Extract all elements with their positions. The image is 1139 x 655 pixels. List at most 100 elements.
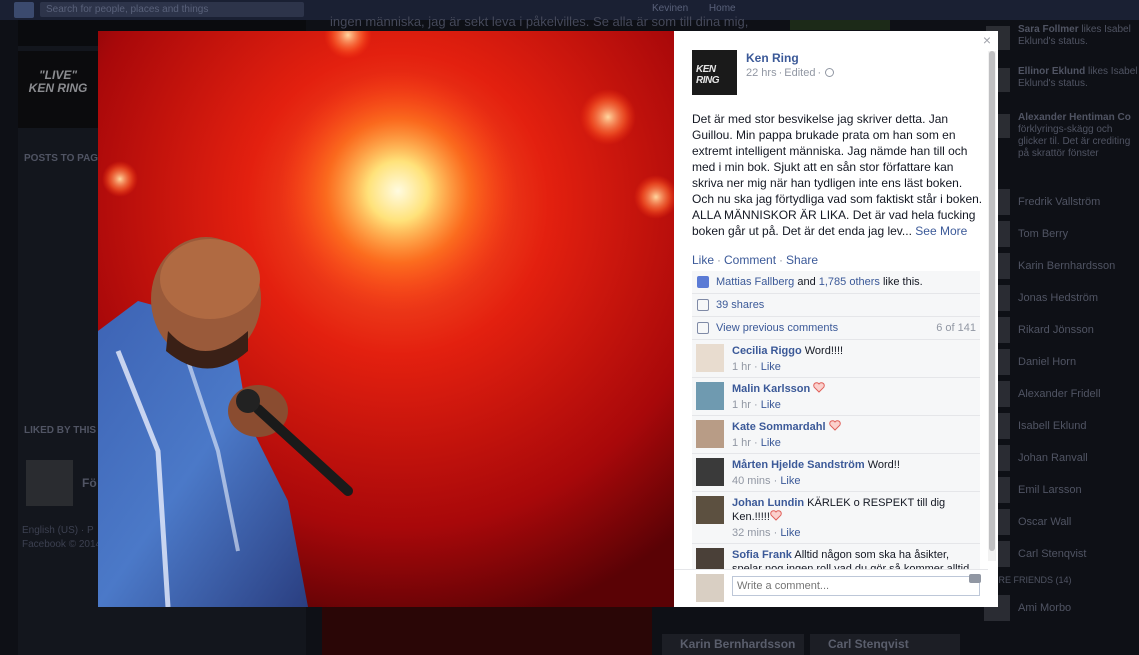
background-friend: Carl Stenqvist (982, 538, 1139, 570)
heart-icon (813, 382, 826, 393)
background-liked-thumb (26, 460, 73, 506)
background-home-link: Home (708, 3, 736, 14)
background-post-image (322, 606, 652, 655)
commenter-avatar[interactable] (696, 458, 724, 486)
comment: Johan Lundin KÄRLEK o RESPEKT till dig K… (692, 492, 980, 544)
heart-icon (770, 510, 782, 521)
likes-row: Mattias Fallberg and 1,785 others like t… (692, 271, 980, 294)
comment-icon (697, 322, 709, 334)
post-text: Det är med stor besvikelse jag skriver d… (692, 111, 984, 239)
comment-link[interactable]: Comment (724, 253, 776, 267)
comment-time[interactable]: 1 hr (732, 361, 751, 373)
background-footer-line: Facebook © 2014 (22, 539, 102, 550)
comment: Mårten Hjelde Sandström Word!! 40 mins ·… (692, 454, 980, 492)
like-link[interactable]: Like (692, 253, 714, 267)
background-chat-tab: Karin Bernhardsson (662, 634, 804, 655)
commenter-name[interactable]: Sofia Frank (732, 549, 792, 561)
comment-like-link[interactable]: Like (780, 475, 800, 487)
see-more-link[interactable]: See More (915, 224, 967, 238)
comment-like-link[interactable]: Like (761, 399, 781, 411)
post-actions: Like · Comment · Share (692, 253, 819, 267)
share-link[interactable]: Share (786, 253, 818, 267)
commenter-avatar[interactable] (696, 382, 724, 410)
background-friend-name: Tom Berry (1018, 228, 1069, 240)
thumbs-up-icon (697, 276, 709, 288)
comment-time[interactable]: 1 hr (732, 399, 751, 411)
close-icon[interactable]: × (981, 33, 993, 47)
background-ticker-item: Ellinor Eklund likes Isabel Eklund's sta… (982, 66, 1139, 104)
background-friend: Oscar Wall (982, 506, 1139, 538)
author-avatar[interactable]: KEN RING (692, 50, 737, 95)
camera-icon[interactable] (969, 574, 981, 583)
panel-scrollbar-thumb[interactable] (989, 51, 995, 551)
commenter-avatar[interactable] (696, 420, 724, 448)
background-friend-name: Jonas Hedström (1018, 292, 1099, 304)
background-friend-name: Carl Stenqvist (1018, 548, 1087, 560)
commenter-name[interactable]: Cecilia Riggo (732, 345, 802, 357)
background-posts-label: POSTS TO PAGE (24, 153, 105, 164)
comment: Cecilia Riggo Word!!!! 1 hr · Like (692, 340, 980, 378)
comment: Sofia Frank Alltid någon som ska ha åsik… (692, 544, 980, 570)
post-edited-label[interactable]: Edited (784, 67, 815, 79)
background-ticker-name: Sara Follmer (1018, 24, 1079, 35)
shares-link[interactable]: 39 shares (716, 299, 764, 311)
background-liked-name: Fö (82, 476, 97, 490)
comment: Malin Karlsson 1 hr · Like (692, 378, 980, 416)
background-friend: Daniel Horn (982, 346, 1139, 378)
background-friend-name: Rikard Jönsson (1018, 324, 1094, 336)
comment-time[interactable]: 40 mins (732, 475, 771, 487)
comment-time[interactable]: 1 hr (732, 437, 751, 449)
likes-others-link[interactable]: 1,785 others (819, 276, 880, 288)
post-timestamp[interactable]: 22 hrs (746, 67, 777, 79)
likes-and: and (797, 276, 816, 288)
commenter-name[interactable]: Johan Lundin (732, 497, 804, 509)
post-photo[interactable] (98, 31, 674, 607)
shares-row: 39 shares (692, 294, 980, 317)
background-friend: Karin Bernhardsson (982, 250, 1139, 282)
comment-composer (674, 569, 988, 607)
background-ticker-item: Alexander Hentiman Co förklyrings-skägg … (982, 112, 1139, 182)
comment-time[interactable]: 32 mins (732, 527, 771, 539)
commenter-avatar[interactable] (696, 344, 724, 372)
commenter-name[interactable]: Mårten Hjelde Sandström (732, 459, 865, 471)
background-green-strip (790, 20, 890, 30)
photo-viewer: × KEN RING Ken Ring 22 hrs · Edited · Det ä… (98, 31, 998, 607)
commenter-avatar[interactable] (696, 548, 724, 569)
comments-count: 6 of 141 (936, 322, 976, 334)
background-friend: Jonas Hedström (982, 282, 1139, 314)
background-ticker-item: Sara Follmer likes Isabel Eklund's statu… (982, 24, 1139, 62)
commenter-name[interactable]: Kate Sommardahl (732, 421, 826, 433)
background-footer-line: English (US) · P (22, 525, 94, 536)
background-search-input: Search for people, places and things (40, 2, 304, 17)
write-comment-input[interactable] (732, 576, 980, 596)
background-friend: Johan Ranvall (982, 442, 1139, 474)
background-friend: Rikard Jönsson (982, 314, 1139, 346)
author-name[interactable]: Ken Ring (746, 51, 799, 65)
globe-icon[interactable] (825, 68, 835, 77)
view-previous-comments-link[interactable]: View previous comments (716, 322, 838, 334)
background-more-friends: MORE FRIENDS (14) (982, 570, 1139, 592)
background-friend: Ami Morbo (982, 592, 1139, 624)
background-live-image: "LIVE" KEN RING (18, 51, 98, 128)
background-friend-name: Ami Morbo (1018, 602, 1072, 614)
comment-like-link[interactable]: Like (780, 527, 800, 539)
background-friend-name: Emil Larsson (1018, 484, 1082, 496)
comment-like-link[interactable]: Like (761, 437, 781, 449)
commenter-avatar[interactable] (696, 496, 724, 524)
background-footer: English (US) · P Facebook © 2014 (22, 524, 101, 552)
background-ticker-name: Ellinor Eklund (1018, 66, 1086, 77)
commenter-name[interactable]: Malin Karlsson (732, 383, 810, 395)
panel-scrollbar[interactable] (988, 51, 996, 561)
liker-name[interactable]: Mattias Fallberg (716, 276, 794, 288)
current-user-avatar (696, 574, 724, 602)
background-ticker: Sara Follmer likes Isabel Eklund's statu… (982, 20, 1139, 185)
author-avatar-logo: KEN RING (696, 64, 720, 86)
background-friend: Fredrik Vallström (982, 186, 1139, 218)
background-friend-name: Isabell Eklund (1018, 420, 1087, 432)
comment-like-link[interactable]: Like (761, 361, 781, 373)
background-live-artist: KEN RING (28, 81, 88, 95)
heart-icon (828, 420, 841, 431)
background-friend: Isabell Eklund (982, 410, 1139, 442)
background-friend-name: Alexander Fridell (1018, 388, 1101, 400)
share-icon (697, 299, 709, 311)
